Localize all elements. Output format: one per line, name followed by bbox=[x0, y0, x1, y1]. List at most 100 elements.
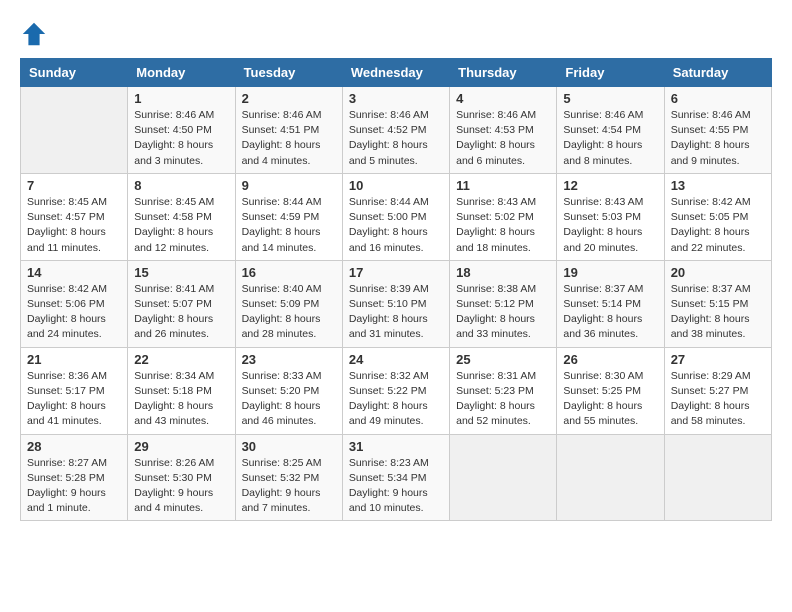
dow-header-wednesday: Wednesday bbox=[342, 59, 449, 87]
calendar-cell: 26Sunrise: 8:30 AMSunset: 5:25 PMDayligh… bbox=[557, 347, 664, 434]
calendar-table: SundayMondayTuesdayWednesdayThursdayFrid… bbox=[20, 58, 772, 521]
calendar-cell: 12 Sunrise: 8:43 AMSunset: 5:03 PMDayligh… bbox=[557, 173, 664, 260]
day-number: 17 bbox=[349, 265, 443, 280]
calendar-cell: 11 Sunrise: 8:43 AMSunset: 5:02 PMDayligh… bbox=[450, 173, 557, 260]
calendar-cell: 21 Sunrise: 8:36 AMSunset: 5:17 PMDayligh… bbox=[21, 347, 128, 434]
day-number: 11 bbox=[456, 178, 550, 193]
day-info: Sunrise: 8:39 AMSunset: 5:10 PMDaylight:… bbox=[349, 282, 443, 343]
day-info: Sunrise: 8:29 AMSunset: 5:27 PMDaylight:… bbox=[671, 369, 765, 430]
day-number: 16 bbox=[242, 265, 336, 280]
day-number: 14 bbox=[27, 265, 121, 280]
day-info: Sunrise: 8:34 AMSunset: 5:18 PMDaylight:… bbox=[134, 369, 228, 430]
day-info: Sunrise: 8:45 AMSunset: 4:57 PMDaylight:… bbox=[27, 195, 121, 256]
day-info: Sunrise: 8:42 AMSunset: 5:06 PMDaylight:… bbox=[27, 282, 121, 343]
calendar-cell: 4 Sunrise: 8:46 AMSunset: 4:53 PMDaylight… bbox=[450, 87, 557, 174]
day-number: 5 bbox=[563, 91, 657, 106]
logo bbox=[20, 20, 52, 48]
day-info: Sunrise: 8:23 AMSunset: 5:34 PMDaylight:… bbox=[349, 456, 443, 517]
calendar-cell: 18Sunrise: 8:38 AMSunset: 5:12 PMDayligh… bbox=[450, 260, 557, 347]
day-number: 1 bbox=[134, 91, 228, 106]
day-number: 2 bbox=[242, 91, 336, 106]
calendar-cell: 23Sunrise: 8:33 AMSunset: 5:20 PMDayligh… bbox=[235, 347, 342, 434]
calendar-week-2: 7 Sunrise: 8:45 AMSunset: 4:57 PMDaylight… bbox=[21, 173, 772, 260]
day-number: 18 bbox=[456, 265, 550, 280]
calendar-cell bbox=[664, 434, 771, 521]
day-number: 27 bbox=[671, 352, 765, 367]
day-number: 13 bbox=[671, 178, 765, 193]
day-number: 31 bbox=[349, 439, 443, 454]
calendar-cell: 19Sunrise: 8:37 AMSunset: 5:14 PMDayligh… bbox=[557, 260, 664, 347]
day-info: Sunrise: 8:42 AMSunset: 5:05 PMDaylight:… bbox=[671, 195, 765, 256]
day-info: Sunrise: 8:46 AMSunset: 4:52 PMDaylight:… bbox=[349, 108, 443, 169]
day-number: 28 bbox=[27, 439, 121, 454]
day-number: 22 bbox=[134, 352, 228, 367]
day-info: Sunrise: 8:44 AMSunset: 5:00 PMDaylight:… bbox=[349, 195, 443, 256]
day-info: Sunrise: 8:46 AMSunset: 4:53 PMDaylight:… bbox=[456, 108, 550, 169]
dow-header-sunday: Sunday bbox=[21, 59, 128, 87]
day-info: Sunrise: 8:45 AMSunset: 4:58 PMDaylight:… bbox=[134, 195, 228, 256]
day-number: 20 bbox=[671, 265, 765, 280]
dow-header-thursday: Thursday bbox=[450, 59, 557, 87]
day-number: 25 bbox=[456, 352, 550, 367]
day-number: 12 bbox=[563, 178, 657, 193]
day-info: Sunrise: 8:41 AMSunset: 5:07 PMDaylight:… bbox=[134, 282, 228, 343]
dow-header-saturday: Saturday bbox=[664, 59, 771, 87]
calendar-cell: 31 Sunrise: 8:23 AMSunset: 5:34 PMDayligh… bbox=[342, 434, 449, 521]
dow-header-monday: Monday bbox=[128, 59, 235, 87]
day-info: Sunrise: 8:25 AMSunset: 5:32 PMDaylight:… bbox=[242, 456, 336, 517]
day-number: 8 bbox=[134, 178, 228, 193]
calendar-cell: 16 Sunrise: 8:40 AMSunset: 5:09 PMDayligh… bbox=[235, 260, 342, 347]
calendar-cell: 25 Sunrise: 8:31 AMSunset: 5:23 PMDayligh… bbox=[450, 347, 557, 434]
day-number: 6 bbox=[671, 91, 765, 106]
day-info: Sunrise: 8:36 AMSunset: 5:17 PMDaylight:… bbox=[27, 369, 121, 430]
day-number: 21 bbox=[27, 352, 121, 367]
calendar-cell: 22 Sunrise: 8:34 AMSunset: 5:18 PMDayligh… bbox=[128, 347, 235, 434]
day-info: Sunrise: 8:37 AMSunset: 5:14 PMDaylight:… bbox=[563, 282, 657, 343]
day-info: Sunrise: 8:46 AMSunset: 4:50 PMDaylight:… bbox=[134, 108, 228, 169]
day-info: Sunrise: 8:43 AMSunset: 5:03 PMDaylight:… bbox=[563, 195, 657, 256]
header bbox=[20, 20, 772, 48]
day-info: Sunrise: 8:43 AMSunset: 5:02 PMDaylight:… bbox=[456, 195, 550, 256]
calendar-cell: 2Sunrise: 8:46 AMSunset: 4:51 PMDaylight… bbox=[235, 87, 342, 174]
calendar-cell: 9 Sunrise: 8:44 AMSunset: 4:59 PMDaylight… bbox=[235, 173, 342, 260]
calendar-week-3: 14 Sunrise: 8:42 AMSunset: 5:06 PMDayligh… bbox=[21, 260, 772, 347]
day-info: Sunrise: 8:44 AMSunset: 4:59 PMDaylight:… bbox=[242, 195, 336, 256]
day-number: 15 bbox=[134, 265, 228, 280]
calendar-cell: 3 Sunrise: 8:46 AMSunset: 4:52 PMDaylight… bbox=[342, 87, 449, 174]
day-number: 4 bbox=[456, 91, 550, 106]
calendar-cell bbox=[21, 87, 128, 174]
logo-icon bbox=[20, 20, 48, 48]
day-number: 7 bbox=[27, 178, 121, 193]
calendar-cell: 10 Sunrise: 8:44 AMSunset: 5:00 PMDayligh… bbox=[342, 173, 449, 260]
day-info: Sunrise: 8:33 AMSunset: 5:20 PMDaylight:… bbox=[242, 369, 336, 430]
calendar-cell: 8 Sunrise: 8:45 AMSunset: 4:58 PMDaylight… bbox=[128, 173, 235, 260]
day-info: Sunrise: 8:40 AMSunset: 5:09 PMDaylight:… bbox=[242, 282, 336, 343]
calendar-cell: 20 Sunrise: 8:37 AMSunset: 5:15 PMDayligh… bbox=[664, 260, 771, 347]
day-number: 9 bbox=[242, 178, 336, 193]
dow-header-tuesday: Tuesday bbox=[235, 59, 342, 87]
day-info: Sunrise: 8:26 AMSunset: 5:30 PMDaylight:… bbox=[134, 456, 228, 517]
day-number: 29 bbox=[134, 439, 228, 454]
dow-header-friday: Friday bbox=[557, 59, 664, 87]
calendar-cell bbox=[450, 434, 557, 521]
day-info: Sunrise: 8:31 AMSunset: 5:23 PMDaylight:… bbox=[456, 369, 550, 430]
day-number: 24 bbox=[349, 352, 443, 367]
calendar-cell: 14 Sunrise: 8:42 AMSunset: 5:06 PMDayligh… bbox=[21, 260, 128, 347]
day-info: Sunrise: 8:46 AMSunset: 4:54 PMDaylight:… bbox=[563, 108, 657, 169]
calendar-cell: 7 Sunrise: 8:45 AMSunset: 4:57 PMDaylight… bbox=[21, 173, 128, 260]
calendar-cell: 29 Sunrise: 8:26 AMSunset: 5:30 PMDayligh… bbox=[128, 434, 235, 521]
day-info: Sunrise: 8:37 AMSunset: 5:15 PMDaylight:… bbox=[671, 282, 765, 343]
calendar-week-1: 1 Sunrise: 8:46 AMSunset: 4:50 PMDaylight… bbox=[21, 87, 772, 174]
day-info: Sunrise: 8:27 AMSunset: 5:28 PMDaylight:… bbox=[27, 456, 121, 517]
calendar-cell: 6Sunrise: 8:46 AMSunset: 4:55 PMDaylight… bbox=[664, 87, 771, 174]
day-number: 10 bbox=[349, 178, 443, 193]
day-info: Sunrise: 8:30 AMSunset: 5:25 PMDaylight:… bbox=[563, 369, 657, 430]
calendar-cell bbox=[557, 434, 664, 521]
day-number: 30 bbox=[242, 439, 336, 454]
day-number: 3 bbox=[349, 91, 443, 106]
calendar-cell: 5 Sunrise: 8:46 AMSunset: 4:54 PMDaylight… bbox=[557, 87, 664, 174]
calendar-week-5: 28 Sunrise: 8:27 AMSunset: 5:28 PMDayligh… bbox=[21, 434, 772, 521]
calendar-week-4: 21 Sunrise: 8:36 AMSunset: 5:17 PMDayligh… bbox=[21, 347, 772, 434]
calendar-cell: 17 Sunrise: 8:39 AMSunset: 5:10 PMDayligh… bbox=[342, 260, 449, 347]
calendar-cell: 30 Sunrise: 8:25 AMSunset: 5:32 PMDayligh… bbox=[235, 434, 342, 521]
